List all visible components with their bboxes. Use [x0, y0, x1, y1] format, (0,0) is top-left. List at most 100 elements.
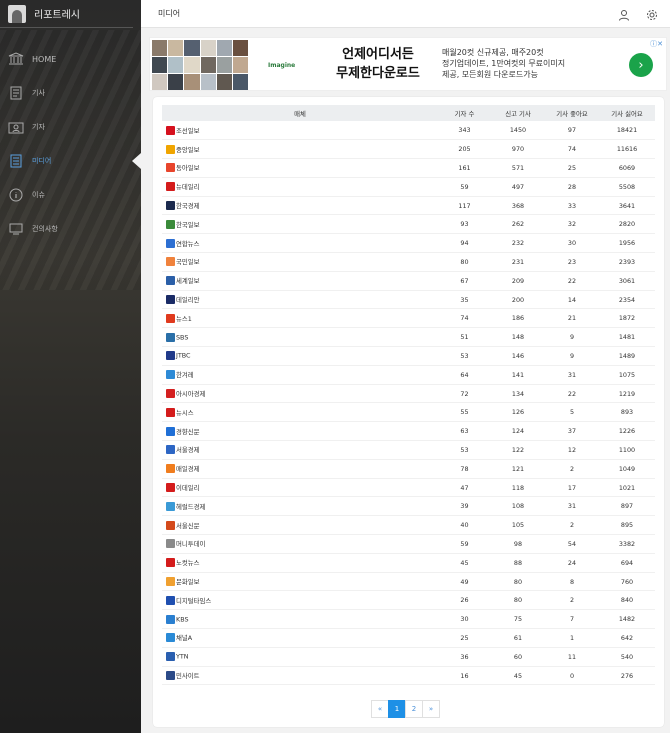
cell-media[interactable]: 한국일보 — [162, 214, 438, 235]
media-name[interactable]: 연합뉴스 — [176, 240, 200, 248]
ad-banner[interactable]: Imagine 언제어디서든 무제한다운로드 매월20컷 신규제공, 매주20컷… — [149, 37, 667, 91]
header-reporters[interactable]: 기자 수 — [438, 105, 491, 121]
media-name[interactable]: 문화일보 — [176, 578, 200, 586]
table-row[interactable]: 이데일리 47 118 17 1021 — [162, 478, 655, 498]
table-row[interactable]: 디지털타임스 26 80 2 840 — [162, 590, 655, 611]
cell-media[interactable]: 헤럴드경제 — [162, 496, 438, 517]
table-row[interactable]: 머니투데이 59 98 54 3382 — [162, 534, 655, 554]
table-row[interactable]: 민사이트 16 45 0 276 — [162, 666, 655, 686]
page-2-button[interactable]: 2 — [405, 700, 423, 718]
cell-media[interactable]: JTBC — [162, 346, 438, 366]
cell-media[interactable]: 한겨레 — [162, 365, 438, 385]
cell-media[interactable]: 문화일보 — [162, 572, 438, 592]
media-name[interactable]: 중앙일보 — [176, 146, 200, 154]
table-row[interactable]: 한국일보 93 262 32 2820 — [162, 214, 655, 235]
cell-media[interactable]: SBS — [162, 327, 438, 348]
table-row[interactable]: 조선일보 343 1450 97 18421 — [162, 121, 655, 141]
ad-close-icon[interactable]: ⓘ✕ — [650, 39, 663, 49]
page-1-button[interactable]: 1 — [388, 700, 406, 718]
cell-media[interactable]: 머니투데이 — [162, 534, 438, 554]
media-name[interactable]: 한국경제 — [176, 202, 200, 210]
page-prev-button[interactable]: « — [371, 700, 389, 718]
sidebar-item-home[interactable]: HOME — [0, 42, 141, 76]
table-row[interactable]: 세계일보 67 209 22 3061 — [162, 271, 655, 291]
table-row[interactable]: 뉴스1 74 186 21 1872 — [162, 308, 655, 329]
table-row[interactable]: 국민일보 80 231 23 2393 — [162, 252, 655, 272]
table-row[interactable]: 뉴데일리 59 497 28 5508 — [162, 177, 655, 197]
table-row[interactable]: 문화일보 49 80 8 760 — [162, 572, 655, 592]
media-name[interactable]: KBS — [176, 615, 189, 623]
media-name[interactable]: 세계일보 — [176, 277, 200, 285]
media-name[interactable]: 경향신문 — [176, 428, 200, 436]
media-name[interactable]: 조선일보 — [176, 127, 200, 135]
cell-media[interactable]: 한국경제 — [162, 196, 438, 216]
cell-media[interactable]: KBS — [162, 609, 438, 630]
table-row[interactable]: 데일리안 35 200 14 2354 — [162, 290, 655, 310]
user-icon[interactable] — [618, 6, 630, 25]
media-name[interactable]: 뉴데일리 — [176, 183, 200, 191]
media-name[interactable]: 노컷뉴스 — [176, 559, 200, 567]
media-name[interactable]: 뉴시스 — [176, 409, 194, 417]
table-row[interactable]: 중앙일보 205 970 74 11616 — [162, 139, 655, 160]
media-name[interactable]: YTN — [176, 653, 189, 661]
cell-media[interactable]: 아시아경제 — [162, 384, 438, 404]
media-name[interactable]: SBS — [176, 333, 188, 341]
header-likes[interactable]: 기사 좋아요 — [545, 105, 599, 121]
cell-media[interactable]: 디지털타임스 — [162, 590, 438, 611]
media-name[interactable]: 한겨레 — [176, 371, 194, 379]
media-name[interactable]: 헤럴드경제 — [176, 503, 205, 511]
cell-media[interactable]: 서울경제 — [162, 440, 438, 460]
media-name[interactable]: 국민일보 — [176, 258, 200, 266]
cell-media[interactable]: 세계일보 — [162, 271, 438, 291]
table-row[interactable]: 아시아경제 72 134 22 1219 — [162, 384, 655, 404]
table-row[interactable]: 서울경제 53 122 12 1100 — [162, 440, 655, 460]
media-name[interactable]: 서울신문 — [176, 522, 200, 530]
table-row[interactable]: 연합뉴스 94 232 30 1956 — [162, 233, 655, 254]
cell-media[interactable]: 뉴스1 — [162, 308, 438, 329]
table-row[interactable]: 동아일보 161 571 25 6069 — [162, 158, 655, 178]
media-name[interactable]: 디지털타임스 — [176, 597, 211, 605]
media-name[interactable]: 머니투데이 — [176, 540, 205, 548]
cell-media[interactable]: 서울신문 — [162, 515, 438, 536]
cell-media[interactable]: 연합뉴스 — [162, 233, 438, 254]
table-row[interactable]: KBS 30 75 7 1482 — [162, 609, 655, 630]
cell-media[interactable]: 경향신문 — [162, 421, 438, 442]
cell-media[interactable]: 조선일보 — [162, 121, 438, 141]
page-next-button[interactable]: » — [422, 700, 440, 718]
gear-icon[interactable] — [646, 6, 658, 25]
table-row[interactable]: 한국경제 117 368 33 3641 — [162, 196, 655, 216]
sidebar-item-media[interactable]: 미디어 — [0, 144, 141, 178]
cell-media[interactable]: 이데일리 — [162, 478, 438, 498]
table-row[interactable]: SBS 51 148 9 1481 — [162, 327, 655, 348]
cell-media[interactable]: YTN — [162, 647, 438, 667]
brand[interactable]: 리포트레시 — [0, 0, 133, 28]
header-reports[interactable]: 신고 기사 — [491, 105, 545, 121]
cell-media[interactable]: 국민일보 — [162, 252, 438, 272]
table-row[interactable]: 서울신문 40 105 2 895 — [162, 515, 655, 536]
media-name[interactable]: 서울경제 — [176, 446, 200, 454]
cell-media[interactable]: 민사이트 — [162, 666, 438, 686]
media-name[interactable]: 채널A — [176, 634, 192, 642]
media-name[interactable]: 아시아경제 — [176, 390, 205, 398]
cell-media[interactable]: 데일리안 — [162, 290, 438, 310]
cell-media[interactable]: 뉴시스 — [162, 402, 438, 423]
table-row[interactable]: 채널A 25 61 1 642 — [162, 628, 655, 648]
media-name[interactable]: 민사이트 — [176, 672, 200, 680]
header-dislikes[interactable]: 기사 싫어요 — [599, 105, 655, 121]
table-row[interactable]: JTBC 53 146 9 1489 — [162, 346, 655, 366]
table-row[interactable]: 뉴시스 55 126 5 893 — [162, 402, 655, 423]
media-name[interactable]: JTBC — [176, 352, 191, 360]
media-name[interactable]: 데일리안 — [176, 296, 200, 304]
cell-media[interactable]: 채널A — [162, 628, 438, 648]
cell-media[interactable]: 동아일보 — [162, 158, 438, 178]
cell-media[interactable]: 노컷뉴스 — [162, 553, 438, 573]
sidebar-item-articles[interactable]: 기사 — [0, 76, 141, 110]
sidebar-item-suggestions[interactable]: 건의사항 — [0, 212, 141, 246]
sidebar-item-issues[interactable]: 이슈 — [0, 178, 141, 212]
table-row[interactable]: 경향신문 63 124 37 1226 — [162, 421, 655, 442]
media-name[interactable]: 매일경제 — [176, 465, 200, 473]
sidebar-item-reporters[interactable]: 기자 — [0, 110, 141, 144]
cell-media[interactable]: 뉴데일리 — [162, 177, 438, 197]
media-name[interactable]: 한국일보 — [176, 221, 200, 229]
cell-media[interactable]: 매일경제 — [162, 459, 438, 479]
